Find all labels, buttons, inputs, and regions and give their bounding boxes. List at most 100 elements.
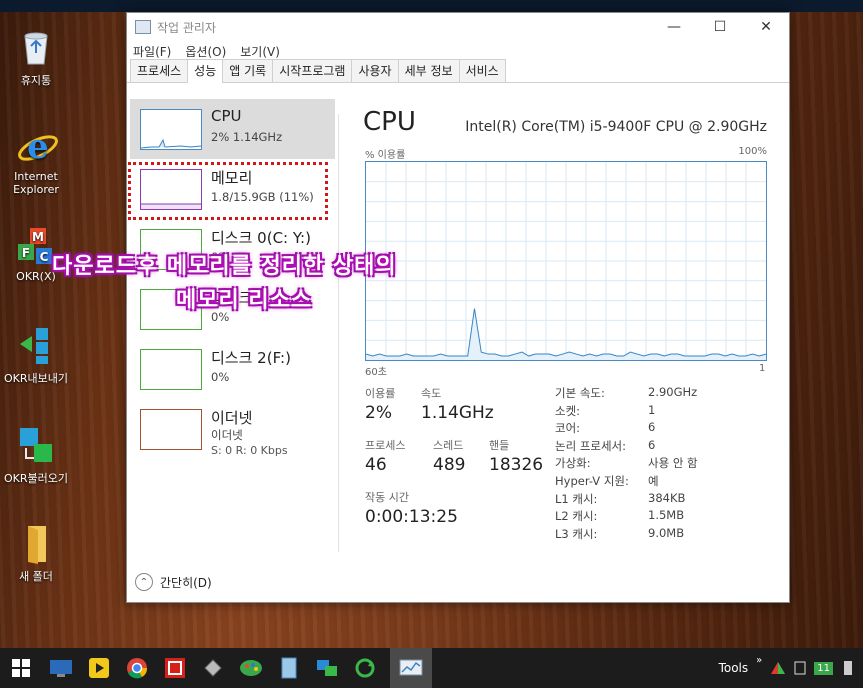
spec-label: L2 캐시: (555, 509, 598, 524)
tools-icon (204, 659, 222, 677)
usage-value: 2% (365, 403, 392, 423)
player-icon (89, 658, 109, 678)
taskbar-task-manager[interactable] (390, 648, 432, 688)
taskbar-file[interactable] (270, 648, 308, 688)
minimize-button[interactable]: — (651, 13, 697, 41)
taskbar-network-monitor[interactable] (42, 648, 80, 688)
desktop-icon-label: 휴지통 (20, 74, 52, 87)
title-bar[interactable]: 작업 관리자 — ☐ ✕ (127, 13, 789, 41)
uptime-label: 작동 시간 (365, 491, 409, 504)
toolbar-expand-icon[interactable]: » (756, 655, 762, 666)
menu-options[interactable]: 옵션(O) (185, 43, 226, 60)
svg-text:F: F (22, 246, 30, 260)
detail-title: CPU (363, 107, 416, 137)
desktop-icon-recycle-bin[interactable]: 휴지통 (1, 28, 71, 88)
usb-icon[interactable] (841, 660, 855, 676)
spec-value: 2.90GHz (648, 385, 698, 399)
fewer-details-toggle[interactable]: ⌃ 간단히(D) (127, 562, 789, 602)
taskbar-player[interactable] (80, 648, 118, 688)
desktop-icon-new-folder[interactable]: 새 폴더 (1, 524, 71, 584)
spec-value: 1 (648, 402, 656, 417)
maximize-button[interactable]: ☐ (697, 13, 743, 41)
resource-name: 이더넷 (211, 409, 253, 427)
graph-y-label: % 이용률 (365, 150, 406, 161)
annotation-line-1: 다운로드후 메모리를 정리한 상태의 (52, 254, 397, 279)
resource-item-cpu[interactable]: CPU 2% 1.14GHz (130, 99, 335, 159)
taskbar-sync[interactable] (346, 648, 384, 688)
desktop-icon-label: Internet Explorer (13, 170, 59, 196)
spec-label: L1 캐시: (555, 491, 598, 506)
graph-x-end-label: 1 (759, 363, 766, 374)
tab-details[interactable]: 세부 정보 (397, 59, 460, 82)
desktop-icon-internet-explorer[interactable]: e Internet Explorer (1, 126, 71, 196)
taskbar-paint[interactable] (232, 648, 270, 688)
processes-value: 46 (365, 455, 387, 475)
tab-services[interactable]: 서비스 (458, 59, 506, 82)
memory-highlight-box (128, 162, 328, 220)
document-icon (281, 657, 297, 679)
speed-label: 속도 (421, 387, 442, 400)
taskbar-chrome[interactable] (118, 648, 156, 688)
usage-label: 이용률 (365, 387, 396, 400)
menu-bar: 파일(F) 옵션(O) 보기(V) (127, 41, 789, 61)
spec-label: 기본 속도: (555, 386, 605, 400)
menu-view[interactable]: 보기(V) (240, 43, 280, 60)
network-icon (317, 660, 337, 676)
cpu-usage-graph (365, 161, 767, 361)
spec-label: 논리 프로세서: (555, 438, 627, 453)
spec-label: 소켓: (555, 403, 581, 418)
palette-icon (240, 660, 262, 676)
windows-logo-icon (12, 659, 30, 677)
resource-name: 디스크 2(F:) (211, 349, 291, 367)
resource-item-disk-2[interactable]: 디스크 2(F:) 0% (130, 339, 335, 399)
sync-icon (355, 658, 375, 678)
folder-icon (16, 524, 56, 564)
screen-top-strip (0, 0, 863, 12)
spec-value: 9.0MB (648, 525, 685, 540)
desktop-icon-label: OKR불러오기 (4, 472, 68, 485)
chevron-up-icon: ⌃ (135, 573, 153, 591)
window-icon[interactable] (794, 661, 806, 675)
mfc-app-icon: MFC (16, 226, 56, 266)
import-arrow-icon (16, 426, 56, 466)
badge-count[interactable]: 11 (814, 661, 833, 675)
graph-x-start-label: 60초 (365, 367, 387, 378)
spec-value: 1.5MB (648, 508, 685, 523)
desktop-icon-okr-export[interactable]: OKR내보내기 (1, 326, 71, 386)
spec-value: 6 (648, 420, 656, 435)
tab-performance[interactable]: 성능 (187, 59, 224, 83)
export-arrow-icon (16, 326, 56, 366)
svg-text:C: C (40, 250, 49, 264)
warning-triangle-icon[interactable] (770, 661, 786, 675)
taskbar-network[interactable] (308, 648, 346, 688)
tab-processes[interactable]: 프로세스 (130, 59, 189, 82)
resource-value: 0% (211, 370, 230, 384)
tools-toolbar-label[interactable]: Tools (719, 661, 749, 675)
tab-startup[interactable]: 시작프로그램 (272, 59, 353, 82)
task-manager-icon (135, 20, 151, 34)
spec-label: L3 캐시: (555, 526, 598, 541)
resource-item-ethernet[interactable]: 이더넷 이더넷 S: 0 R: 0 Kbps (130, 399, 335, 459)
handles-value: 18326 (489, 455, 544, 475)
desktop-icon-okr-import[interactable]: OKR불러오기 (1, 426, 71, 486)
disk-thumbnail-graph (140, 349, 202, 390)
resource-name: CPU (211, 107, 242, 125)
cpu-thumbnail-graph (140, 109, 202, 150)
speed-value: 1.14GHz (421, 403, 494, 423)
annotation-line-2: 메모리 리소스 (176, 288, 313, 313)
tab-app-history[interactable]: 앱 기록 (222, 59, 274, 82)
svg-text:e: e (27, 127, 49, 167)
taskbar-app-red[interactable] (156, 648, 194, 688)
recycle-bin-icon (16, 28, 56, 68)
taskbar-tools[interactable] (194, 648, 232, 688)
monitor-icon (50, 660, 72, 677)
spec-value: 6 (648, 437, 656, 452)
close-button[interactable]: ✕ (743, 13, 789, 41)
ethernet-thumbnail-graph (140, 409, 202, 450)
pane-divider[interactable] (338, 114, 339, 552)
start-button[interactable] (0, 648, 42, 688)
menu-file[interactable]: 파일(F) (133, 43, 171, 60)
spec-value: 사용 안 함 (648, 456, 698, 471)
tab-users[interactable]: 사용자 (351, 59, 399, 82)
spec-value: 384KB (648, 490, 686, 505)
